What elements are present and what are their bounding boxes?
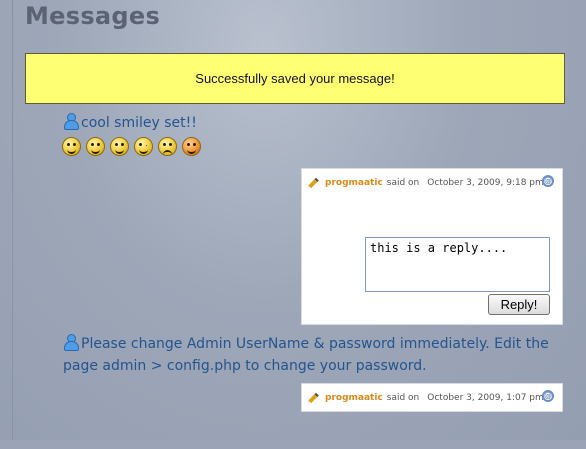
reply-date: October 3, 2009, 9:18 pm (427, 178, 544, 188)
reply-input[interactable] (365, 237, 550, 292)
message-1: cool smiley set!! (63, 113, 197, 131)
left-rule (12, 0, 13, 449)
said-on-label: said on (386, 393, 420, 403)
at-icon[interactable]: @ (542, 175, 554, 187)
success-notice: Successfully saved your message! (25, 53, 565, 104)
tongue-smiley-icon (62, 137, 81, 156)
bottom-bar (0, 440, 586, 449)
reply-card-1: progmaatic said on October 3, 2009, 9:18… (301, 168, 563, 325)
pencil-icon (308, 392, 319, 404)
message-2: Please change Admin UserName & password … (63, 333, 563, 377)
reply-date: October 3, 2009, 1:07 pm (427, 393, 544, 403)
message-2-text: Please change Admin UserName & password … (63, 336, 549, 374)
reply-button[interactable]: Reply! (488, 294, 550, 315)
blush-smiley-icon (182, 137, 201, 156)
reply-meta: progmaatic said on October 3, 2009, 9:18… (308, 177, 544, 189)
reply-card-2: progmaatic said on October 3, 2009, 1:07… (301, 383, 563, 412)
sad-smiley-icon (158, 137, 177, 156)
author-name[interactable]: progmaatic (325, 393, 383, 403)
pencil-icon (308, 177, 319, 189)
success-notice-text: Successfully saved your message! (195, 71, 395, 86)
at-icon[interactable]: @ (542, 390, 554, 402)
smiley-row (62, 137, 201, 156)
smile-smiley-icon (110, 137, 129, 156)
user-icon (63, 334, 79, 351)
page-title: Messages (25, 2, 161, 30)
wink-smiley-icon (134, 137, 153, 156)
reply-meta: progmaatic said on October 3, 2009, 1:07… (308, 392, 544, 404)
grin-smiley-icon (86, 137, 105, 156)
author-name[interactable]: progmaatic (325, 178, 383, 188)
message-1-text: cool smiley set!! (81, 115, 197, 131)
user-icon (63, 113, 79, 130)
said-on-label: said on (386, 178, 420, 188)
